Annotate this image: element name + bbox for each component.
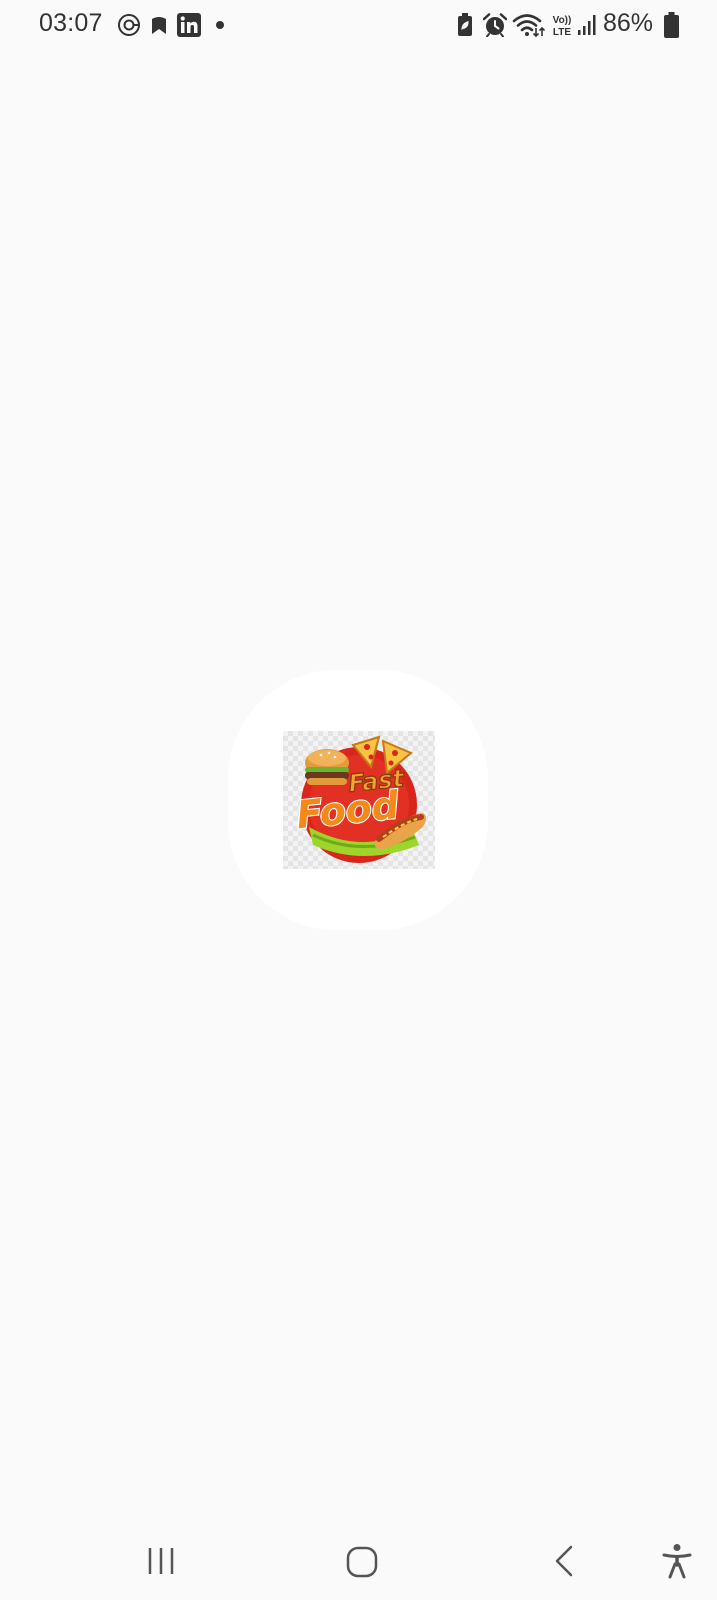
linkedin-icon: [177, 13, 201, 37]
battery-percent: 86%: [603, 9, 654, 37]
fast-food-logo: Fast Food: [283, 731, 435, 869]
battery-saver-icon: [458, 13, 472, 36]
navigation-bar: [0, 1520, 717, 1600]
svg-text:Vo)): Vo)): [553, 15, 572, 26]
back-icon[interactable]: [553, 1544, 575, 1578]
status-bar: 03:07 Vo)) LTE 86%: [0, 0, 717, 52]
battery-icon: [664, 12, 679, 38]
home-icon[interactable]: [346, 1546, 378, 1578]
bookmark-icon: [152, 17, 166, 34]
accessibility-icon[interactable]: [662, 1543, 692, 1579]
wifi-icon: [512, 14, 546, 38]
svg-text:LTE: LTE: [553, 27, 571, 38]
signal-icon: [578, 15, 596, 35]
alarm-icon: [483, 13, 507, 37]
burger-icon: [305, 749, 349, 785]
volte-icon: Vo)) LTE: [553, 15, 572, 38]
recents-icon[interactable]: [146, 1545, 176, 1577]
sync-circle-icon: [118, 14, 140, 36]
notification-dot-icon: [216, 21, 224, 29]
status-time: 03:07: [39, 9, 103, 37]
